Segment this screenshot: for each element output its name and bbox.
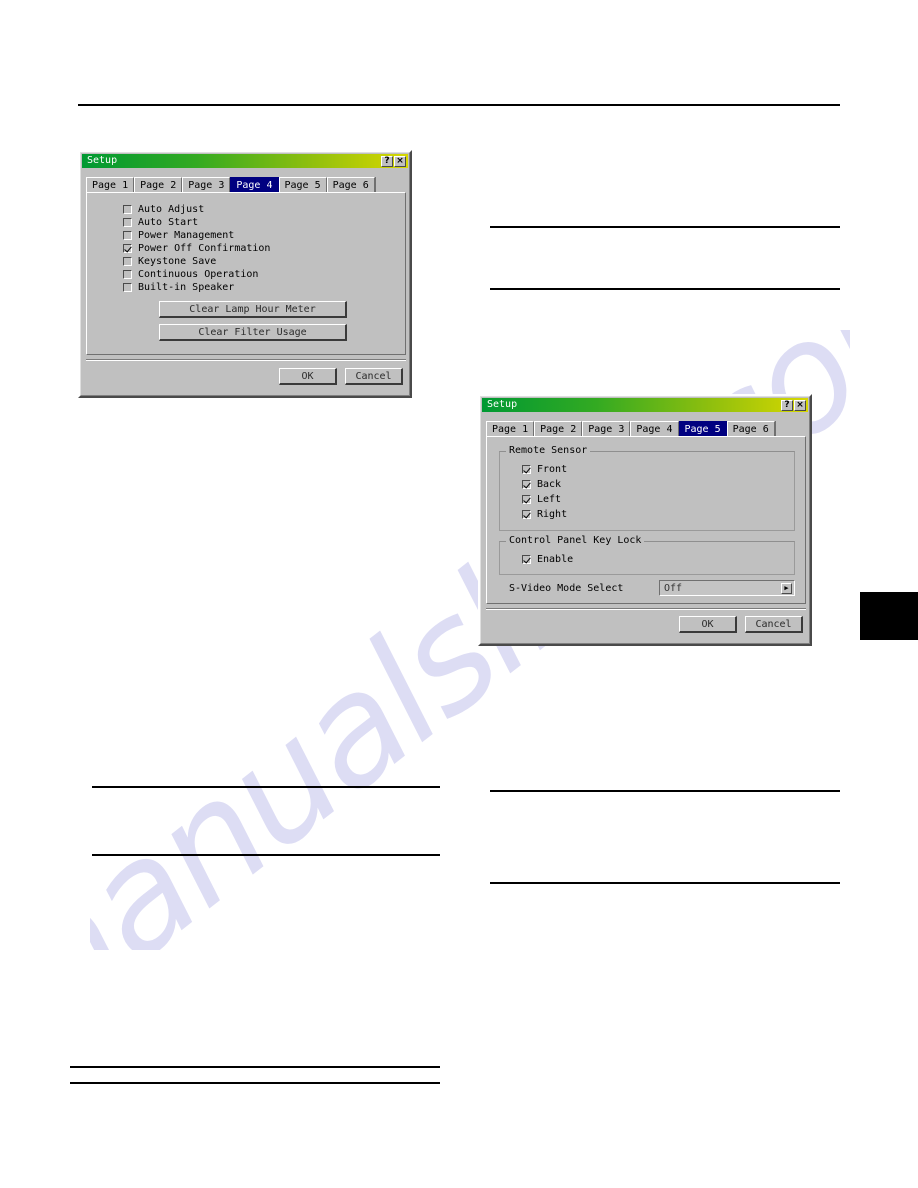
rule-left-3 bbox=[70, 1066, 440, 1068]
manual-page: manualslive.com Setup ? × Page 1 Page 2 … bbox=[0, 0, 918, 1188]
help-icon[interactable]: ? bbox=[381, 155, 393, 167]
checkbox-label: Power Management bbox=[138, 230, 235, 241]
svideo-mode-select-label: S-Video Mode Select bbox=[509, 583, 624, 594]
tab-page-4[interactable]: Page 4 bbox=[630, 421, 679, 437]
checkbox-label: Auto Adjust bbox=[138, 204, 205, 215]
checkbox-row-continuous-operation[interactable]: Continuous Operation bbox=[123, 268, 270, 281]
dialog2-tabstrip[interactable]: Page 1 Page 2 Page 3 Page 4 Page 5 Page … bbox=[486, 420, 776, 437]
checkbox-label: Power Off Confirmation bbox=[138, 243, 271, 254]
checkbox-row-power-off-confirmation[interactable]: Power Off Confirmation bbox=[123, 242, 270, 255]
checkbox-row-enable[interactable]: Enable bbox=[522, 552, 573, 567]
dialog2-title: Setup bbox=[487, 399, 518, 410]
checkbox-row-keystone-save[interactable]: Keystone Save bbox=[123, 255, 270, 268]
checkbox-row-right[interactable]: Right bbox=[522, 507, 567, 522]
checkbox-label: Left bbox=[537, 494, 562, 505]
clear-filter-usage-button[interactable]: Clear Filter Usage bbox=[159, 324, 347, 341]
checkbox-row-front[interactable]: Front bbox=[522, 462, 567, 477]
control-panel-key-lock-group-title: Control Panel Key Lock bbox=[506, 536, 645, 546]
tab-page-6[interactable]: Page 6 bbox=[726, 421, 775, 437]
tab-page-1[interactable]: Page 1 bbox=[486, 421, 535, 437]
remote-sensor-group: Remote Sensor Front Back Left Right bbox=[499, 446, 795, 531]
checkbox-enable[interactable] bbox=[522, 555, 531, 564]
rule-right-2 bbox=[490, 288, 840, 290]
setup-dialog-page5[interactable]: Setup ? × Page 1 Page 2 Page 3 Page 4 Pa… bbox=[478, 394, 812, 646]
checkbox-label: Front bbox=[537, 464, 568, 475]
dialog2-footer-separator-light bbox=[486, 609, 806, 610]
remote-sensor-group-title: Remote Sensor bbox=[506, 446, 591, 456]
tab-page-4[interactable]: Page 4 bbox=[230, 177, 279, 193]
checkbox-power-management[interactable] bbox=[123, 231, 132, 240]
page-edge-marker bbox=[860, 592, 918, 640]
checkbox-label: Auto Start bbox=[138, 217, 199, 228]
checkbox-row-auto-start[interactable]: Auto Start bbox=[123, 216, 270, 229]
clear-lamp-hour-meter-button[interactable]: Clear Lamp Hour Meter bbox=[159, 301, 347, 318]
dialog1-tabstrip[interactable]: Page 1 Page 2 Page 3 Page 4 Page 5 Page … bbox=[86, 176, 376, 193]
checkbox-row-back[interactable]: Back bbox=[522, 477, 567, 492]
checkbox-power-off-confirmation[interactable] bbox=[123, 244, 132, 253]
dialog1-checkbox-list: Auto Adjust Auto Start Power Management … bbox=[123, 203, 270, 294]
checkbox-keystone-save[interactable] bbox=[123, 257, 132, 266]
rule-left-2 bbox=[92, 854, 440, 856]
dialog1-title-buttons: ? × bbox=[381, 155, 408, 167]
close-icon[interactable]: × bbox=[394, 155, 406, 167]
dialog1-titlebar[interactable]: Setup ? × bbox=[82, 154, 408, 168]
dialog2-panel: Remote Sensor Front Back Left Right Cont… bbox=[486, 436, 806, 604]
ok-button[interactable]: OK bbox=[279, 368, 337, 385]
checkbox-front[interactable] bbox=[522, 465, 531, 474]
tab-page-6[interactable]: Page 6 bbox=[326, 177, 375, 193]
rule-right-4 bbox=[490, 882, 840, 884]
rule-right-3 bbox=[490, 790, 840, 792]
key-lock-checkbox-list: Enable bbox=[522, 552, 573, 567]
dialog1-footer-separator-light bbox=[86, 360, 406, 361]
tab-page-5[interactable]: Page 5 bbox=[678, 421, 727, 437]
checkbox-right[interactable] bbox=[522, 510, 531, 519]
checkbox-label: Right bbox=[537, 509, 568, 520]
tab-page-5[interactable]: Page 5 bbox=[278, 177, 327, 193]
rule-right-1 bbox=[490, 226, 840, 228]
rule-left-1 bbox=[92, 786, 440, 788]
checkbox-row-left[interactable]: Left bbox=[522, 492, 567, 507]
dialog2-titlebar[interactable]: Setup ? × bbox=[482, 398, 808, 412]
checkbox-built-in-speaker[interactable] bbox=[123, 283, 132, 292]
tab-endcap bbox=[774, 421, 776, 437]
checkbox-auto-start[interactable] bbox=[123, 218, 132, 227]
cancel-button[interactable]: Cancel bbox=[345, 368, 403, 385]
checkbox-label: Enable bbox=[537, 554, 574, 565]
svideo-mode-select-value: Off bbox=[664, 582, 683, 594]
help-icon[interactable]: ? bbox=[781, 399, 793, 411]
checkbox-row-auto-adjust[interactable]: Auto Adjust bbox=[123, 203, 270, 216]
tab-page-2[interactable]: Page 2 bbox=[534, 421, 583, 437]
remote-sensor-checkbox-list: Front Back Left Right bbox=[522, 462, 567, 522]
checkbox-back[interactable] bbox=[522, 480, 531, 489]
checkbox-left[interactable] bbox=[522, 495, 531, 504]
rule-left-4 bbox=[70, 1082, 440, 1084]
dialog1-panel: Auto Adjust Auto Start Power Management … bbox=[86, 192, 406, 355]
cancel-button[interactable]: Cancel bbox=[745, 616, 803, 633]
dialog2-title-buttons: ? × bbox=[781, 399, 808, 411]
ok-button[interactable]: OK bbox=[679, 616, 737, 633]
checkbox-auto-adjust[interactable] bbox=[123, 205, 132, 214]
rule-top bbox=[78, 104, 840, 106]
tab-page-1[interactable]: Page 1 bbox=[86, 177, 135, 193]
checkbox-continuous-operation[interactable] bbox=[123, 270, 132, 279]
setup-dialog-page4[interactable]: Setup ? × Page 1 Page 2 Page 3 Page 4 Pa… bbox=[78, 150, 412, 398]
checkbox-row-power-management[interactable]: Power Management bbox=[123, 229, 270, 242]
checkbox-row-built-in-speaker[interactable]: Built-in Speaker bbox=[123, 281, 270, 294]
tab-page-2[interactable]: Page 2 bbox=[134, 177, 183, 193]
checkbox-label: Keystone Save bbox=[138, 256, 217, 267]
close-icon[interactable]: × bbox=[794, 399, 806, 411]
tab-page-3[interactable]: Page 3 bbox=[582, 421, 631, 437]
checkbox-label: Built-in Speaker bbox=[138, 282, 235, 293]
tab-endcap bbox=[374, 177, 376, 193]
checkbox-label: Back bbox=[537, 479, 562, 490]
chevron-right-icon[interactable]: ▶ bbox=[781, 582, 792, 594]
dialog1-title: Setup bbox=[87, 155, 118, 166]
checkbox-label: Continuous Operation bbox=[138, 269, 259, 280]
svideo-mode-select-dropdown[interactable]: Off ▶ bbox=[659, 580, 795, 596]
tab-page-3[interactable]: Page 3 bbox=[182, 177, 231, 193]
control-panel-key-lock-group: Control Panel Key Lock Enable bbox=[499, 536, 795, 575]
